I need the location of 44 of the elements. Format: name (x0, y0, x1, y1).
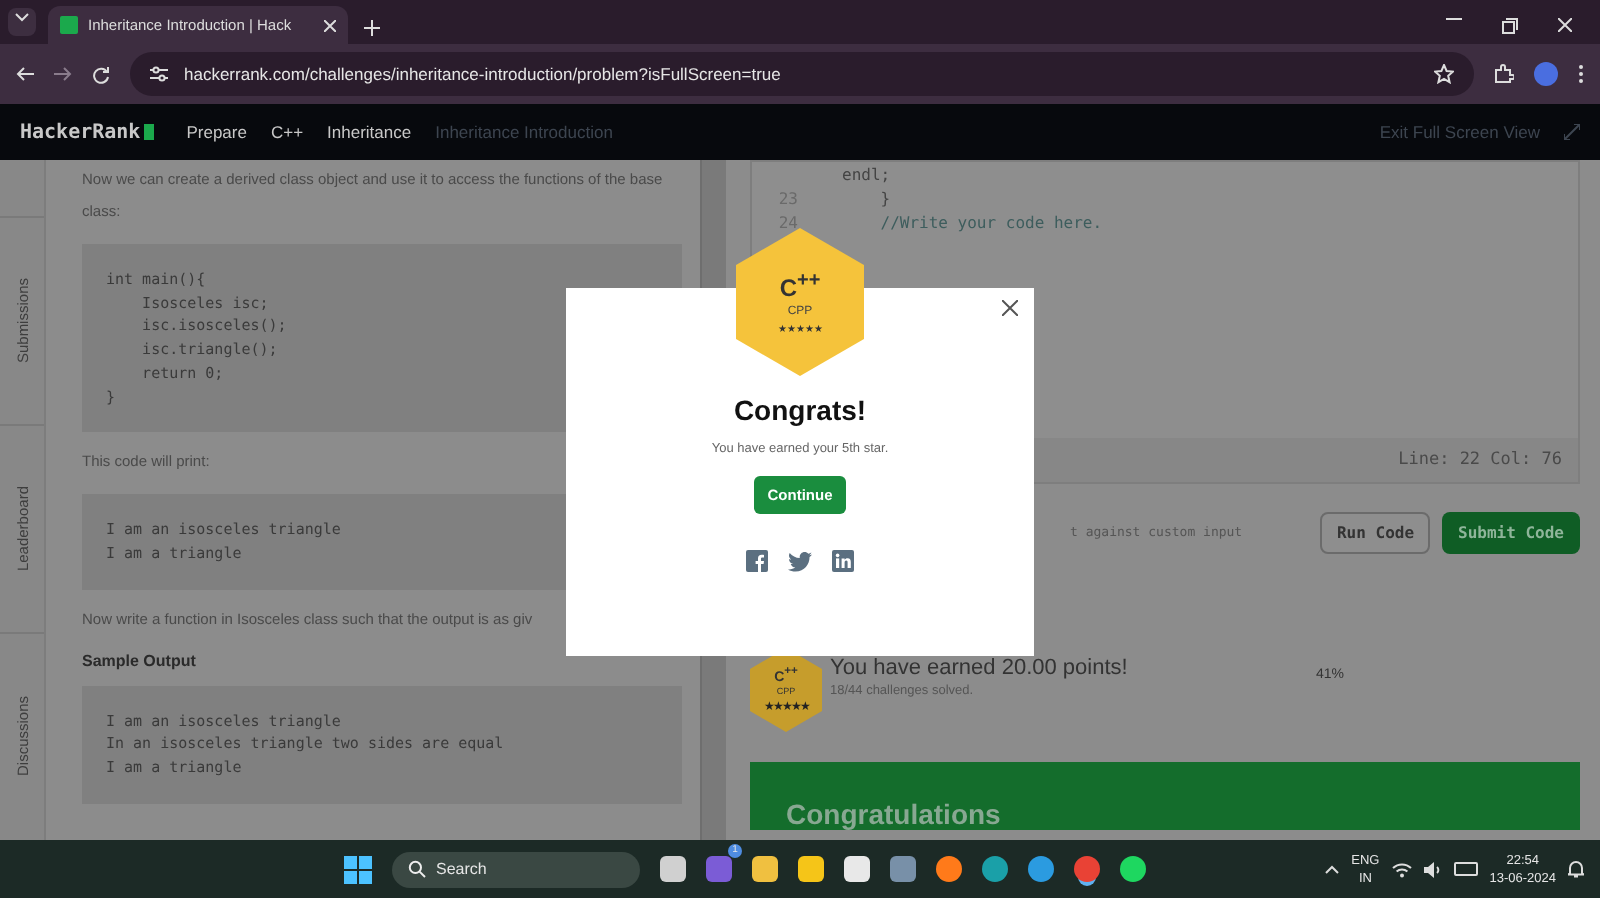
menu-icon[interactable] (1578, 64, 1584, 84)
banner-title: Congratulations (786, 798, 1001, 830)
extensions-icon[interactable] (1494, 64, 1514, 84)
code-line: //Write your code here. (878, 213, 1103, 231)
battery-icon[interactable] (1453, 862, 1478, 876)
bookmark-star-icon[interactable] (1434, 64, 1454, 84)
logo[interactable]: HackerRank (20, 121, 141, 143)
bell-icon[interactable] (1568, 860, 1584, 878)
chevron-down-icon (14, 8, 30, 24)
chevron-up-icon[interactable] (1323, 864, 1340, 874)
site-settings-icon (150, 66, 168, 82)
code-line: endl; (842, 165, 891, 183)
points-headline: You have earned 20.00 points! (830, 656, 1128, 680)
section-heading: Sample Output (82, 651, 198, 670)
url-text: hackerrank.com/challenges/inheritance-introduction/problem?isFullScreen=true (184, 64, 783, 84)
logo-mark-icon (144, 124, 155, 140)
back-icon[interactable] (16, 66, 34, 82)
taskbar-search-field[interactable]: Search (392, 851, 640, 887)
run-code-button[interactable]: Run Code (1320, 511, 1431, 553)
code-line: } (878, 189, 891, 207)
new-tab-button[interactable] (364, 20, 380, 36)
speaker-icon[interactable] (1423, 861, 1442, 877)
address-bar[interactable]: hackerrank.com/challenges/inheritance-introduction/problem?isFullScreen=true (130, 52, 1474, 96)
search-icon (408, 860, 426, 878)
close-button[interactable] (1558, 18, 1572, 32)
tab-list-button[interactable] (8, 8, 36, 36)
search-placeholder: Search (436, 860, 487, 878)
close-icon[interactable] (1002, 300, 1018, 316)
site-icon (60, 16, 78, 34)
breadcrumb-link[interactable]: Inheritance (327, 122, 412, 142)
restore-button[interactable] (1502, 18, 1518, 34)
wifi-icon[interactable] (1391, 861, 1412, 877)
badge-logo: C$^{++}$ (779, 269, 821, 301)
windows-start-icon[interactable] (344, 855, 372, 883)
facebook-icon[interactable] (746, 550, 768, 572)
linkedin-icon[interactable] (832, 550, 854, 572)
breadcrumb-link[interactable]: C++ (270, 122, 304, 142)
forward-icon[interactable] (54, 66, 72, 82)
cursor-position: Line: 22 Col: 76 (1398, 450, 1562, 470)
submit-code-button[interactable]: Submit Code (1442, 511, 1580, 553)
twitter-icon[interactable] (788, 551, 812, 571)
breadcrumb-link[interactable]: Prepare (186, 122, 247, 142)
profile-avatar[interactable] (1534, 62, 1558, 86)
reload-icon[interactable] (92, 65, 110, 83)
